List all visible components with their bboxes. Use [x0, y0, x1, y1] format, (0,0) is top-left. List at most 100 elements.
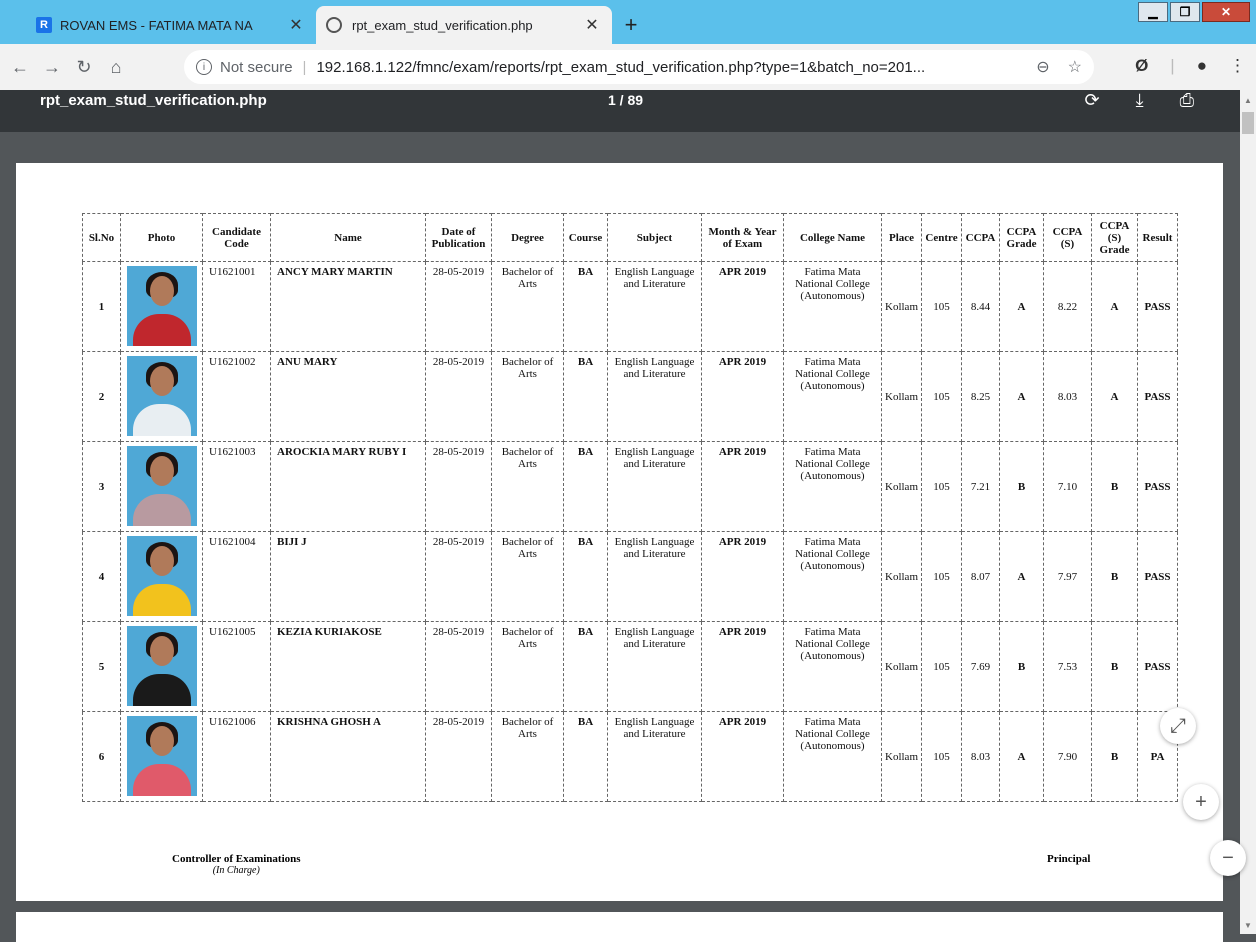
- window-close-icon[interactable]: ✕: [1202, 2, 1250, 22]
- scroll-up-icon[interactable]: ▲: [1244, 96, 1252, 105]
- table-header: Sl.No Photo Candidate Code Name Date of Publ…: [82, 213, 1178, 262]
- cell-centre: 105: [921, 711, 962, 802]
- cell-exam: APR 2019: [701, 531, 784, 622]
- controller-subtitle: (In Charge): [212, 865, 260, 876]
- pdf-title: rpt_exam_stud_verification.php: [40, 92, 267, 109]
- cell-subject: English Language and Literature: [607, 621, 702, 712]
- fit-page-icon[interactable]: ⤢: [1160, 708, 1196, 744]
- cell-grade: A: [999, 531, 1044, 622]
- column-header: Sl.No: [82, 213, 121, 262]
- student-photo: [126, 356, 197, 436]
- column-header: CCPA (S) Grade: [1091, 213, 1138, 262]
- extension-icon[interactable]: Ø: [1135, 56, 1148, 76]
- rotate-icon[interactable]: ⟳: [1085, 90, 1100, 111]
- reload-icon[interactable]: ↻: [72, 55, 96, 79]
- bookmark-star-icon[interactable]: ☆: [1068, 57, 1082, 77]
- controller-signature: Controller of Examinations (In Charge): [172, 853, 301, 876]
- new-tab-button[interactable]: +: [618, 12, 644, 38]
- cell-code: U1621004: [202, 531, 271, 622]
- globe-icon: [326, 17, 342, 33]
- close-tab-icon[interactable]: ✕: [582, 15, 602, 35]
- cell-centre: 105: [921, 261, 962, 352]
- column-header: CCPA (S): [1043, 213, 1092, 262]
- cell-grade_s: A: [1091, 351, 1138, 442]
- cell-degree: Bachelor of Arts: [491, 351, 564, 442]
- cell-college: Fatima Mata National College (Autonomous…: [783, 261, 882, 352]
- download-icon[interactable]: ⤓: [1136, 90, 1144, 111]
- student-photo-cell: [120, 441, 203, 532]
- column-header: Result: [1137, 213, 1178, 262]
- toolbar-right: Ø | ● ⋮: [1135, 56, 1246, 76]
- home-icon[interactable]: ⌂: [104, 55, 128, 79]
- pdf-actions: ⟳ ⤓ ⎙: [1085, 90, 1194, 111]
- cell-course: BA: [563, 531, 608, 622]
- cell-course: BA: [563, 441, 608, 532]
- student-photo-cell: [120, 711, 203, 802]
- column-header: Month & Year of Exam: [701, 213, 784, 262]
- zoom-in-icon[interactable]: +: [1183, 784, 1219, 820]
- column-header: Date of Publication: [425, 213, 492, 262]
- vertical-scrollbar[interactable]: ▲ ▼: [1240, 90, 1256, 934]
- profile-icon[interactable]: ●: [1197, 56, 1207, 76]
- cell-sl: 1: [82, 261, 121, 352]
- column-header: Degree: [491, 213, 564, 262]
- tab-rovan-ems[interactable]: R ROVAN EMS - FATIMA MATA NA ✕: [26, 6, 316, 44]
- minimize-icon[interactable]: ▁: [1138, 2, 1168, 22]
- menu-icon[interactable]: ⋮: [1229, 56, 1246, 76]
- column-header: Place: [881, 213, 922, 262]
- cell-grade: B: [999, 621, 1044, 712]
- cell-ccpa_s: 7.10: [1043, 441, 1092, 532]
- column-header: CCPA: [961, 213, 1000, 262]
- cell-course: BA: [563, 351, 608, 442]
- cell-grade: A: [999, 711, 1044, 802]
- maximize-icon[interactable]: ❐: [1170, 2, 1200, 22]
- divider: |: [1170, 56, 1175, 75]
- student-photo: [126, 716, 197, 796]
- student-photo-cell: [120, 261, 203, 352]
- cell-degree: Bachelor of Arts: [491, 621, 564, 712]
- zoom-icon[interactable]: ⊖: [1036, 57, 1049, 77]
- cell-college: Fatima Mata National College (Autonomous…: [783, 711, 882, 802]
- print-icon[interactable]: ⎙: [1180, 90, 1194, 111]
- browser-tabstrip: R ROVAN EMS - FATIMA MATA NA ✕ rpt_exam_…: [0, 0, 1256, 44]
- forward-icon[interactable]: →: [40, 55, 64, 79]
- cell-subject: English Language and Literature: [607, 711, 702, 802]
- cell-ccpa_s: 8.22: [1043, 261, 1092, 352]
- scrollbar-thumb[interactable]: [1242, 112, 1254, 134]
- cell-sl: 2: [82, 351, 121, 442]
- column-header: Candidate Code: [202, 213, 271, 262]
- cell-degree: Bachelor of Arts: [491, 441, 564, 532]
- student-photo-cell: [120, 531, 203, 622]
- column-header: Name: [270, 213, 426, 262]
- scroll-down-icon[interactable]: ▼: [1244, 921, 1252, 930]
- cell-grade_s: A: [1091, 261, 1138, 352]
- cell-date: 28-05-2019: [425, 711, 492, 802]
- cell-date: 28-05-2019: [425, 441, 492, 532]
- cell-grade_s: B: [1091, 711, 1138, 802]
- cell-centre: 105: [921, 351, 962, 442]
- tab-report[interactable]: rpt_exam_stud_verification.php ✕: [316, 6, 612, 44]
- cell-centre: 105: [921, 441, 962, 532]
- address-bar[interactable]: i Not secure | 192.168.1.122/fmnc/exam/r…: [184, 50, 1094, 84]
- cell-ccpa: 8.07: [961, 531, 1000, 622]
- cell-sl: 4: [82, 531, 121, 622]
- cell-result: PASS: [1137, 531, 1178, 622]
- info-icon[interactable]: i: [196, 59, 212, 75]
- cell-result: PASS: [1137, 261, 1178, 352]
- url-text[interactable]: 192.168.1.122/fmnc/exam/reports/rpt_exam…: [316, 59, 925, 76]
- table-body: 1 U1621001 ANCY MARY MARTIN 28-05-2019 Bache…: [82, 261, 1178, 802]
- zoom-out-icon[interactable]: −: [1210, 840, 1246, 876]
- cell-date: 28-05-2019: [425, 531, 492, 622]
- cell-grade_s: B: [1091, 531, 1138, 622]
- cell-result: PASS: [1137, 351, 1178, 442]
- url-separator: |: [302, 58, 307, 76]
- cell-result: PASS: [1137, 621, 1178, 712]
- cell-code: U1621006: [202, 711, 271, 802]
- close-tab-icon[interactable]: ✕: [286, 15, 306, 35]
- cell-grade_s: B: [1091, 441, 1138, 532]
- cell-exam: APR 2019: [701, 621, 784, 712]
- cell-name: KRISHNA GHOSH A: [270, 711, 426, 802]
- back-icon[interactable]: ←: [8, 55, 32, 79]
- cell-college: Fatima Mata National College (Autonomous…: [783, 621, 882, 712]
- window-controls: ▁ ❐ ✕: [1138, 2, 1250, 22]
